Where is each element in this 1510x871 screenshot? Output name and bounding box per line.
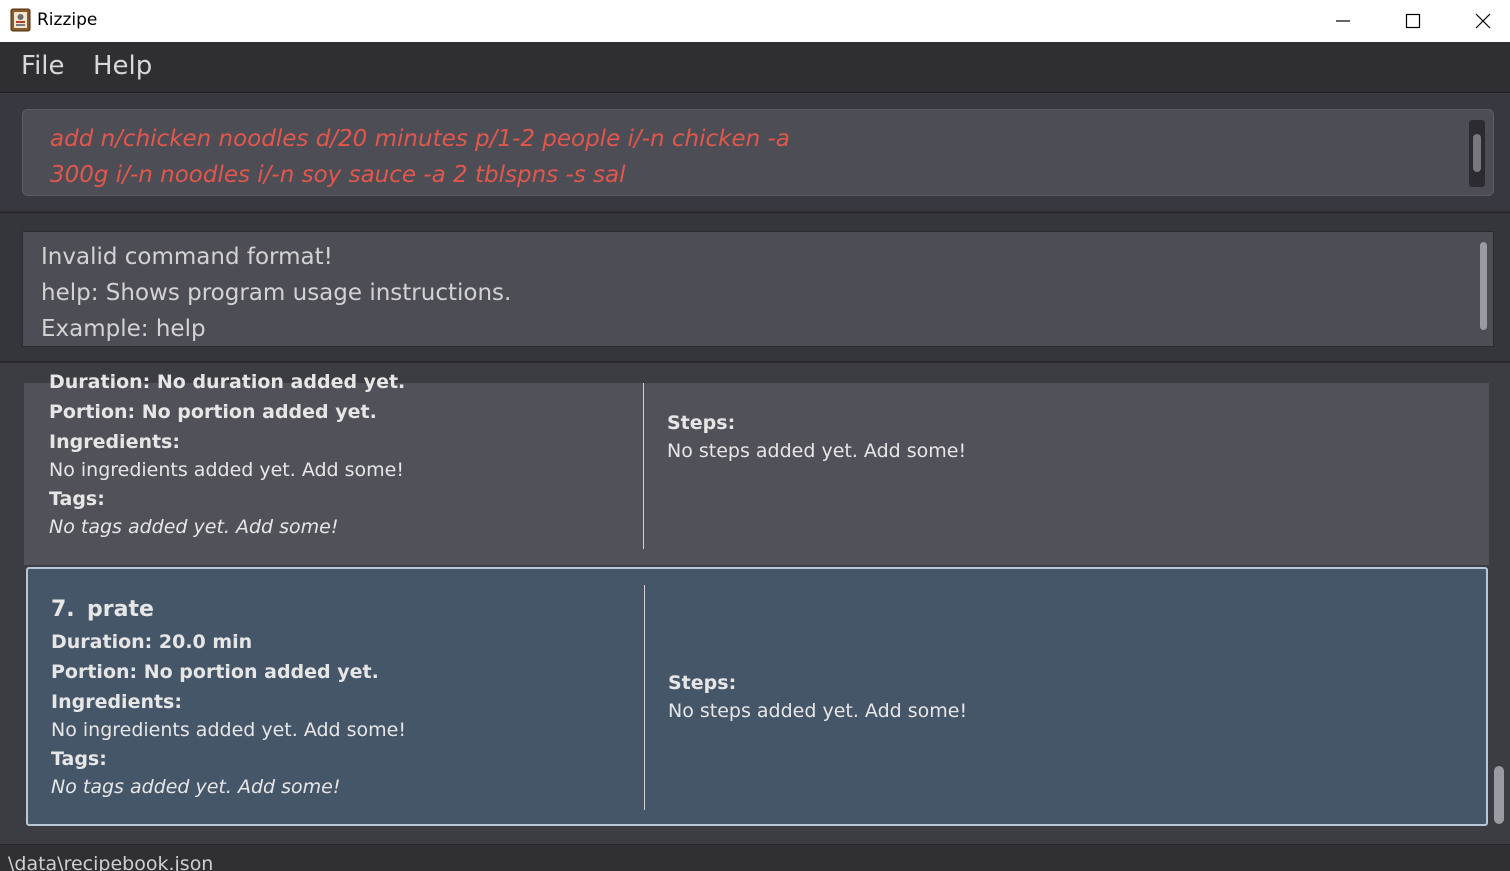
recipe-duration: Duration: 20.0 min xyxy=(51,631,253,653)
recipe-list: Duration: No duration added yet. Portion… xyxy=(0,365,1510,844)
steps-label: Steps: xyxy=(667,412,736,434)
recipe-name: prate xyxy=(87,597,154,622)
close-button[interactable] xyxy=(1448,0,1510,42)
maximize-button[interactable] xyxy=(1378,0,1448,42)
minimize-button[interactable] xyxy=(1308,0,1378,42)
tags-label: Tags: xyxy=(49,488,105,510)
recipe-duration: Duration: No duration added yet. xyxy=(49,371,406,393)
steps-text: No steps added yet. Add some! xyxy=(668,700,968,722)
minimize-icon xyxy=(1336,20,1350,22)
command-scrollbar[interactable] xyxy=(1469,120,1485,187)
card-divider xyxy=(643,383,644,549)
command-input-text[interactable]: add n/chicken noodles d/20 minutes p/1-2… xyxy=(50,121,830,193)
recipe-card[interactable]: Duration: No duration added yet. Portion… xyxy=(24,371,1489,565)
steps-label: Steps: xyxy=(668,672,737,694)
tags-label: Tags: xyxy=(51,748,107,770)
result-display: Invalid command format! help: Shows prog… xyxy=(22,231,1494,347)
close-icon xyxy=(1475,13,1491,29)
recipe-portion: Portion: No portion added yet. xyxy=(49,401,377,423)
tags-text: No tags added yet. Add some! xyxy=(49,516,339,538)
command-input[interactable]: add n/chicken noodles d/20 minutes p/1-2… xyxy=(22,109,1494,196)
recipe-portion: Portion: No portion added yet. xyxy=(51,661,379,683)
result-panel: Invalid command format! help: Shows prog… xyxy=(0,215,1510,363)
recipe-card-selected[interactable]: 7. prate Duration: 20.0 min Portion: No … xyxy=(26,567,1488,826)
menu-bar: File Help xyxy=(0,42,1510,93)
menu-help[interactable]: Help xyxy=(93,51,152,81)
card-divider xyxy=(644,585,645,810)
list-scrollbar-thumb[interactable] xyxy=(1494,766,1504,824)
recipe-index: 7. xyxy=(51,597,75,622)
command-panel: add n/chicken noodles d/20 minutes p/1-2… xyxy=(0,94,1510,214)
steps-text: No steps added yet. Add some! xyxy=(667,440,967,462)
ingredients-text: No ingredients added yet. Add some! xyxy=(51,719,406,741)
result-line: help: Shows program usage instructions. xyxy=(41,280,512,306)
maximize-icon xyxy=(1405,13,1421,29)
result-scrollbar[interactable] xyxy=(1477,238,1489,338)
tags-text: No tags added yet. Add some! xyxy=(51,776,341,798)
command-scrollbar-thumb[interactable] xyxy=(1473,134,1481,172)
ingredients-text: No ingredients added yet. Add some! xyxy=(49,459,404,481)
ingredients-label: Ingredients: xyxy=(51,691,182,713)
ingredients-label: Ingredients: xyxy=(49,431,180,453)
result-line: Invalid command format! xyxy=(41,244,333,270)
result-line: Example: help xyxy=(41,316,206,342)
status-bar: \data\recipebook.json xyxy=(0,844,1510,871)
result-scrollbar-thumb[interactable] xyxy=(1480,242,1487,330)
save-file-path: \data\recipebook.json xyxy=(8,853,214,871)
recipe-book-icon xyxy=(10,8,31,32)
title-bar: Rizzipe xyxy=(0,0,1510,42)
window-title: Rizzipe xyxy=(37,10,98,30)
menu-file[interactable]: File xyxy=(21,51,65,81)
